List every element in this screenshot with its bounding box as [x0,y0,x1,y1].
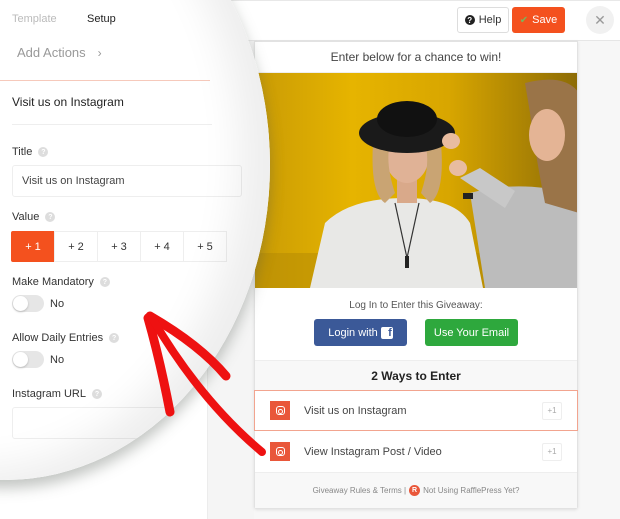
use-email-button[interactable]: Use Your Email [425,319,518,346]
tab-setup-zoomed[interactable]: Setup [87,13,116,25]
entry-title: View Instagram Post / Video [304,445,442,458]
help-tooltip-icon[interactable]: ? [99,277,110,287]
section-divider [0,80,210,81]
close-button[interactable]: ✕ [586,6,614,34]
entry-points-badge: +1 [542,401,562,420]
instagram-icon [270,401,290,420]
add-actions-link[interactable]: Add Actions › [17,45,102,60]
value-selector: + 1 + 2 + 3 + 4 + 5 [11,231,227,262]
divider [12,124,212,125]
question-circle-icon: ? [464,15,475,25]
rafflepress-logo-icon: R [409,485,421,496]
giveaway-image [255,73,577,288]
help-tooltip-icon[interactable]: ? [109,333,120,343]
login-section: Log In to Enter this Giveaway: Login wit… [255,288,577,360]
close-icon: ✕ [594,11,606,28]
facebook-icon: f [380,326,393,339]
entry-item[interactable]: View Instagram Post / Video +1 [255,431,577,472]
chevron-right-icon: › [97,46,102,60]
help-button[interactable]: ? Help [457,7,509,33]
toggle-switch[interactable] [12,351,44,368]
preview-footer: Giveaway Rules & Terms | R Not Using Raf… [255,472,577,508]
title-label: Title ? [12,146,49,158]
toggle-state: No [50,353,65,366]
checkmark-icon: ✔ [519,14,529,26]
giveaway-preview: Enter below for a chance to win! Log In … [254,41,578,509]
value-option-1[interactable]: + 1 [11,231,55,262]
make-mandatory-toggle[interactable]: No [12,295,64,312]
title-input[interactable]: Visit us on Instagram [12,165,242,197]
value-option-5[interactable]: + 5 [183,231,227,262]
allow-daily-entries-label: Allow Daily Entries ? [12,332,120,344]
value-option-3[interactable]: + 3 [97,231,141,262]
section-title: Visit us on Instagram [12,95,124,109]
toggle-state: No [50,297,65,310]
save-button[interactable]: ✔ Save [512,7,565,33]
value-label: Value ? [12,211,56,223]
help-tooltip-icon[interactable]: ? [91,389,102,399]
preview-headline: Enter below for a chance to win! [255,42,577,73]
help-tooltip-icon[interactable]: ? [38,147,49,157]
magnifier-callout: Template Setup Add Actions › Visit us on … [0,0,270,480]
help-label: Help [478,14,502,26]
photo-illustration [255,79,577,288]
instagram-url-label: Instagram URL ? [12,388,102,400]
value-option-4[interactable]: + 4 [140,231,184,262]
login-prompt: Log In to Enter this Giveaway: [349,300,483,311]
entry-item[interactable]: Visit us on Instagram +1 [254,390,578,431]
login-facebook-button[interactable]: Login with f [314,319,407,346]
instagram-url-input[interactable] [12,407,242,439]
instagram-icon [270,442,290,461]
entry-title: Visit us on Instagram [304,404,407,417]
allow-daily-entries-toggle[interactable]: No [12,351,64,368]
make-mandatory-label: Make Mandatory ? [12,276,110,288]
rules-link[interactable]: Giveaway Rules & Terms | [313,486,407,495]
rafflepress-promo-link[interactable]: Not Using RafflePress Yet? [423,486,519,495]
help-tooltip-icon[interactable]: ? [45,212,56,222]
value-option-2[interactable]: + 2 [54,231,98,262]
entry-points-badge: +1 [542,442,562,461]
tab-template-zoomed[interactable]: Template [12,13,57,25]
save-label: Save [532,14,558,26]
toggle-switch[interactable] [12,295,44,312]
ways-to-enter-title: 2 Ways to Enter [255,360,577,390]
